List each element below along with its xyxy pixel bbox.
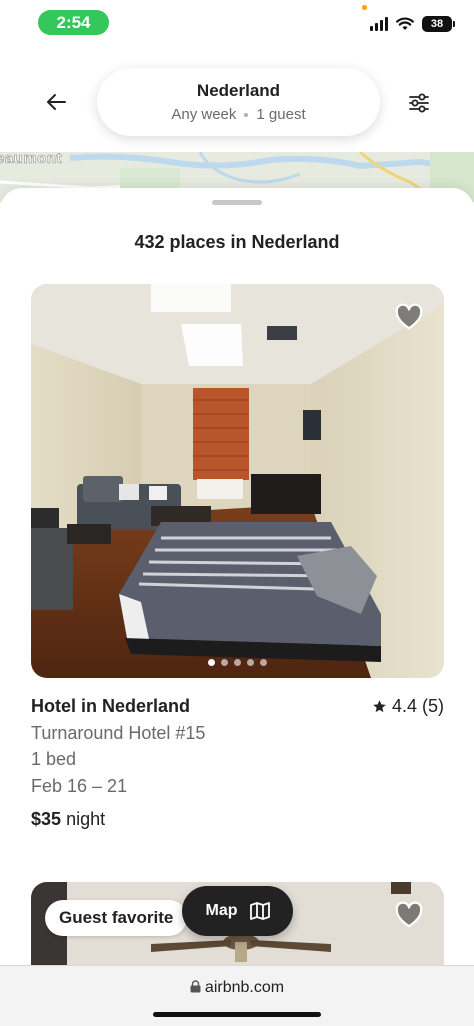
home-indicator[interactable]	[153, 1012, 321, 1017]
signal-icon	[370, 17, 388, 31]
status-bar: 2:54 38	[0, 0, 474, 48]
map-icon	[249, 902, 270, 920]
listing-title[interactable]: Hotel in Nederland	[31, 696, 190, 717]
photo-pagination[interactable]	[31, 659, 444, 666]
pagination-dot[interactable]	[208, 659, 215, 666]
listing-photo	[31, 284, 444, 678]
wifi-icon	[396, 17, 414, 30]
search-dates: Any week	[171, 106, 237, 123]
search-guests: 1 guest	[256, 106, 306, 123]
pagination-dot[interactable]	[234, 659, 241, 666]
map-button-label: Map	[205, 902, 238, 919]
back-button[interactable]	[38, 88, 74, 116]
heart-icon[interactable]	[394, 900, 424, 930]
sheet-drag-handle[interactable]	[212, 200, 262, 205]
listing-price: $35 night	[31, 809, 105, 830]
pagination-dot[interactable]	[221, 659, 228, 666]
filters-button[interactable]	[404, 88, 434, 118]
url-text: airbnb.com	[204, 979, 285, 996]
price-unit: night	[66, 809, 106, 829]
pagination-dot[interactable]	[247, 659, 254, 666]
privacy-indicator	[362, 5, 367, 10]
search-header: Nederland Any week 1 guest	[0, 48, 474, 152]
lock-icon	[190, 980, 201, 993]
filter-icon	[409, 93, 429, 113]
listing-dates: Feb 16 – 21	[31, 776, 128, 796]
map-toggle-button[interactable]: Map	[182, 886, 293, 936]
pagination-dot[interactable]	[260, 659, 267, 666]
search-summary-pill[interactable]: Nederland Any week 1 guest	[97, 68, 380, 136]
listing-name: Turnaround Hotel #15	[31, 723, 206, 743]
status-icons: 38	[370, 16, 455, 32]
separator-dot	[244, 113, 249, 118]
status-time: 2:54	[38, 10, 109, 35]
address-bar[interactable]: airbnb.com	[0, 979, 474, 997]
heart-icon[interactable]	[394, 302, 424, 332]
listing-photo-carousel[interactable]	[31, 284, 444, 678]
back-arrow-icon	[47, 94, 66, 110]
star-icon	[373, 700, 386, 713]
battery-indicator: 38	[422, 16, 455, 32]
listing-beds: 1 bed	[31, 749, 77, 769]
search-location: Nederland	[196, 81, 281, 100]
search-details: Any week 1 guest	[97, 106, 380, 123]
listing-rating: 4.4 (5)	[372, 696, 444, 717]
map-place-label: eaumont	[0, 152, 63, 167]
guest-favorite-badge: Guest favorite	[45, 900, 188, 936]
price-amount: $35	[31, 809, 62, 829]
rating-value: 4.4 (5)	[391, 696, 444, 716]
browser-toolbar: airbnb.com	[0, 965, 474, 1026]
results-count: 432 places in Nederland	[134, 232, 340, 252]
